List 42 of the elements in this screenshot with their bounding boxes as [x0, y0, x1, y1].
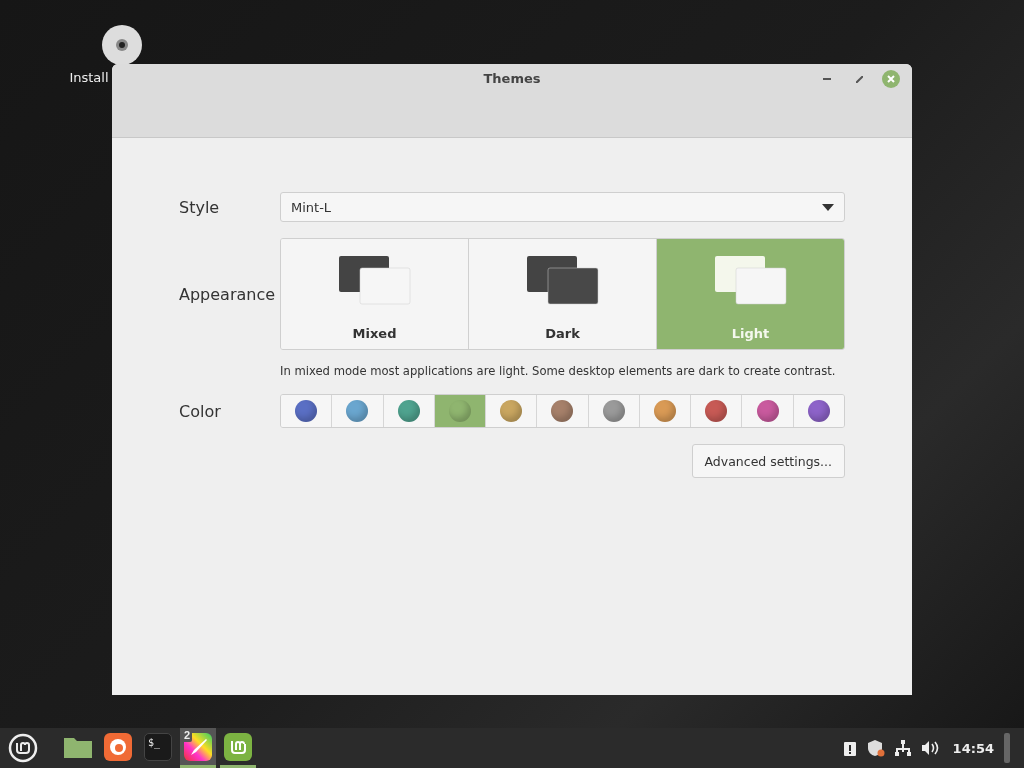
- color-swatch[interactable]: [486, 395, 538, 427]
- color-swatch[interactable]: [434, 395, 487, 427]
- color-swatch[interactable]: [793, 395, 844, 427]
- taskbar-app[interactable]: $_: [140, 728, 176, 768]
- clock[interactable]: 14:54: [952, 740, 994, 756]
- appearance-label: Appearance: [179, 284, 277, 304]
- color-swatch[interactable]: [742, 395, 794, 427]
- window-preview-icon: [337, 255, 412, 305]
- appearance-option[interactable]: Dark: [469, 239, 657, 349]
- maximize-icon: [855, 75, 863, 83]
- color-swatch[interactable]: [281, 395, 333, 427]
- disc-icon[interactable]: [101, 24, 143, 66]
- appearance-option[interactable]: Mixed: [281, 239, 469, 349]
- clipboard-icon[interactable]: [842, 740, 857, 756]
- close-icon: [887, 75, 895, 83]
- style-dropdown[interactable]: Mint-L: [280, 192, 845, 222]
- window-count-label: 2: [182, 729, 193, 742]
- style-label: Style: [179, 197, 221, 217]
- minimize-icon: [823, 78, 831, 80]
- mint-logo-icon: [8, 733, 38, 763]
- color-swatch[interactable]: [691, 395, 743, 427]
- desktop-icon-label[interactable]: Install: [69, 70, 109, 85]
- color-swatch[interactable]: [588, 395, 640, 427]
- window-preview-icon: [713, 255, 788, 305]
- shield-icon[interactable]: [866, 739, 885, 757]
- appearance-description: In mixed mode most applications are light. Some desktop elements are dark to create contrast.: [280, 364, 837, 378]
- network-icon[interactable]: [894, 740, 911, 756]
- color-label: Color: [179, 401, 222, 421]
- volume-icon[interactable]: [920, 740, 939, 756]
- menu-button[interactable]: [6, 731, 40, 765]
- advanced-settings-button[interactable]: Advanced settings...: [691, 444, 845, 478]
- paintbrush-icon: [184, 732, 212, 761]
- color-swatch[interactable]: [639, 395, 692, 427]
- color-swatch[interactable]: [332, 395, 384, 427]
- color-swatch[interactable]: [383, 395, 435, 427]
- terminal-icon: $_: [144, 732, 172, 761]
- dropdown-arrow-icon: [822, 203, 834, 211]
- mint-logo-icon: [224, 732, 252, 761]
- taskbar-app[interactable]: 2: [180, 728, 216, 768]
- window-preview-icon: [525, 255, 600, 305]
- window-title: Themes: [483, 71, 541, 88]
- color-swatch[interactable]: [537, 395, 589, 427]
